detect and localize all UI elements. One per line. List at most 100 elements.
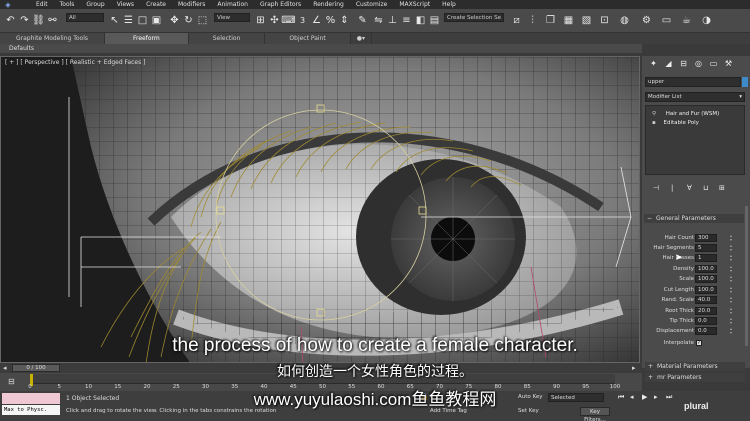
menu-graph-editors[interactable]: Graph Editors — [254, 0, 307, 9]
percent-snap-icon[interactable]: % — [324, 12, 337, 28]
schematic-view-icon[interactable]: ⊡ — [598, 12, 611, 28]
spinner-icon[interactable]: ▴ ▾ — [730, 254, 734, 262]
scale-field[interactable]: 100.0 — [695, 275, 717, 283]
menu-help[interactable]: Help — [436, 0, 462, 9]
cut-length-field[interactable]: 100.0 — [695, 286, 717, 294]
spinner-icon[interactable]: ▴ ▾ — [730, 296, 734, 304]
snap-toggle-icon[interactable]: 3 — [296, 12, 309, 28]
select-scale-icon[interactable]: ⬚ — [196, 12, 209, 28]
rect-selection-icon[interactable]: □ — [136, 12, 149, 28]
hair-segments-field[interactable]: 5 — [695, 244, 717, 252]
menu-edit[interactable]: Edit — [30, 0, 54, 9]
param-label: Cut Length — [663, 287, 694, 293]
keyboard-shortcut-icon[interactable]: ⌨ — [281, 12, 295, 28]
menu-create[interactable]: Create — [140, 0, 172, 9]
curve-editor-icon[interactable]: ▧ — [580, 12, 593, 28]
graphite-toggle-icon[interactable]: ▦ — [562, 12, 575, 28]
unlink-icon[interactable]: ⚯ — [46, 12, 59, 28]
app-logo-icon[interactable]: ◈ — [0, 0, 16, 9]
align-icon[interactable]: ⊥ — [386, 12, 399, 28]
defaults-bar: Defaults — [0, 44, 642, 53]
spinner-icon[interactable]: ▴ ▾ — [730, 244, 734, 252]
named-selection-sets-dropdown[interactable]: Create Selection Se — [444, 13, 504, 22]
hair-passes-field[interactable]: 1 — [695, 254, 717, 262]
menu-views[interactable]: Views — [111, 0, 140, 9]
undo-icon[interactable]: ↶ — [4, 12, 17, 28]
render-setup-icon[interactable]: ⚙ — [640, 12, 653, 28]
select-object-icon[interactable]: ↖ — [108, 12, 121, 28]
rand-scale-field[interactable]: 40.0 — [695, 296, 717, 304]
select-rotate-icon[interactable]: ↻ — [182, 12, 195, 28]
menu-animation[interactable]: Animation — [211, 0, 254, 9]
ribbon-icon[interactable]: ▤ — [428, 12, 441, 28]
reference-coordinate-dropdown[interactable]: View — [214, 13, 250, 22]
menu-maxscript[interactable]: MAXScript — [393, 0, 436, 9]
density-field[interactable]: 100.0 — [695, 265, 717, 273]
spinner-icon[interactable]: ▴ ▾ — [730, 327, 734, 335]
param-label: Tip Thick — [669, 318, 694, 324]
displacement-field[interactable]: 0.0 — [695, 327, 717, 335]
tab-graphite-modeling-tools[interactable]: Graphite Modeling Tools — [0, 33, 106, 44]
menu-group[interactable]: Group — [80, 0, 110, 9]
redo-icon[interactable]: ↷ — [18, 12, 31, 28]
subtitle-english: the process of how to create a female ch… — [172, 335, 578, 356]
pivot-center-icon[interactable]: ⊞ — [254, 12, 267, 28]
material-editor-icon[interactable]: ◍ — [618, 12, 631, 28]
link-icon[interactable]: ⛓ — [32, 12, 45, 28]
viewport-label[interactable]: [ + ] [ Perspective ] [ Realistic + Edge… — [5, 59, 145, 66]
param-label: Root Thick — [665, 308, 694, 314]
tip-thick-field[interactable]: 0.0 — [695, 317, 717, 325]
command-panel: ✦ ◢ ⊟ ◎ ▭ ⚒ upper Modifier List ▾ ⚲ Hair… — [642, 56, 750, 368]
angle-snap-icon[interactable]: ∠ — [310, 12, 323, 28]
watermark-text: www.yuyulaoshi.com鱼鱼教程网 — [253, 390, 497, 409]
ribbon-tabs: Graphite Modeling Tools Freeform Selecti… — [0, 33, 750, 44]
snap-number: 3 — [299, 15, 306, 25]
eye-mesh-render — [1, 57, 639, 362]
perspective-viewport[interactable]: [ + ] [ Perspective ] [ Realistic + Edge… — [0, 56, 640, 363]
toggle-scene-explorer-icon[interactable]: ◧ — [414, 12, 427, 28]
select-by-name-icon[interactable]: ☰ — [122, 12, 135, 28]
spinner-snap-icon[interactable]: ⇕ — [338, 12, 351, 28]
defaults-label: Defaults — [9, 45, 35, 52]
param-label: Hair Passes — [662, 255, 694, 261]
spinner-icon[interactable]: ▴ ▾ — [730, 307, 734, 315]
param-label: Density — [673, 266, 694, 272]
param-label: Hair Segments — [653, 245, 694, 251]
param-label: Hair Count — [664, 235, 694, 241]
spinner-icon[interactable]: ▴ ▾ — [730, 286, 734, 294]
select-manipulate-icon[interactable]: ✣ — [268, 12, 281, 28]
mirror-tool-icon[interactable]: ⧄ — [510, 12, 523, 28]
layer-manager-icon[interactable]: ❐ — [544, 12, 557, 28]
hair-count-field[interactable]: 300 — [695, 234, 717, 242]
ribbon-options-icon[interactable]: ●▾ — [350, 33, 372, 44]
spinner-icon[interactable]: ▴ ▾ — [730, 234, 734, 242]
panel-scrollbar[interactable] — [745, 206, 748, 346]
spinner-icon[interactable]: ▴ ▾ — [730, 275, 734, 283]
menu-tools[interactable]: Tools — [54, 0, 81, 9]
tab-freeform[interactable]: Freeform — [105, 33, 189, 44]
root-thick-field[interactable]: 20.0 — [695, 307, 717, 315]
menu-modifiers[interactable]: Modifiers — [172, 0, 211, 9]
select-move-icon[interactable]: ✥ — [168, 12, 181, 28]
edit-named-selection-icon[interactable]: ✎ — [356, 12, 369, 28]
main-toolbar: ↶ ↷ ⛓ ⚯ All ↖ ☰ □ ▣ ✥ ↻ ⬚ View ⊞ ✣ ⌨ 3 ∠… — [0, 9, 750, 33]
param-label: Rand. Scale — [661, 297, 694, 303]
rendered-frame-window-icon[interactable]: ▭ — [660, 12, 673, 28]
tab-object-paint[interactable]: Object Paint — [265, 33, 351, 44]
render-production-icon[interactable]: ☕ — [680, 12, 693, 28]
spinner-icon[interactable]: ▴ ▾ — [730, 265, 734, 273]
param-label: Scale — [679, 276, 694, 282]
key-filters-label: Key Filters... — [584, 409, 606, 421]
menu-customize[interactable]: Customize — [350, 0, 394, 9]
layers-icon[interactable]: ≡ — [400, 12, 413, 28]
align-tool-icon[interactable]: ⫶ — [526, 12, 539, 28]
selection-filter-dropdown[interactable]: All — [66, 13, 104, 22]
menu-rendering[interactable]: Rendering — [307, 0, 350, 9]
subtitle-chinese: 如何创造一个女性角色的过程。 — [277, 364, 473, 380]
window-crossing-icon[interactable]: ▣ — [150, 12, 163, 28]
app-window: ◈ Edit Tools Group Views Create Modifier… — [0, 0, 750, 421]
spinner-icon[interactable]: ▴ ▾ — [730, 317, 734, 325]
tab-selection[interactable]: Selection — [188, 33, 266, 44]
mirror-icon[interactable]: ⇋ — [372, 12, 385, 28]
render-iterative-icon[interactable]: ◑ — [700, 12, 713, 28]
